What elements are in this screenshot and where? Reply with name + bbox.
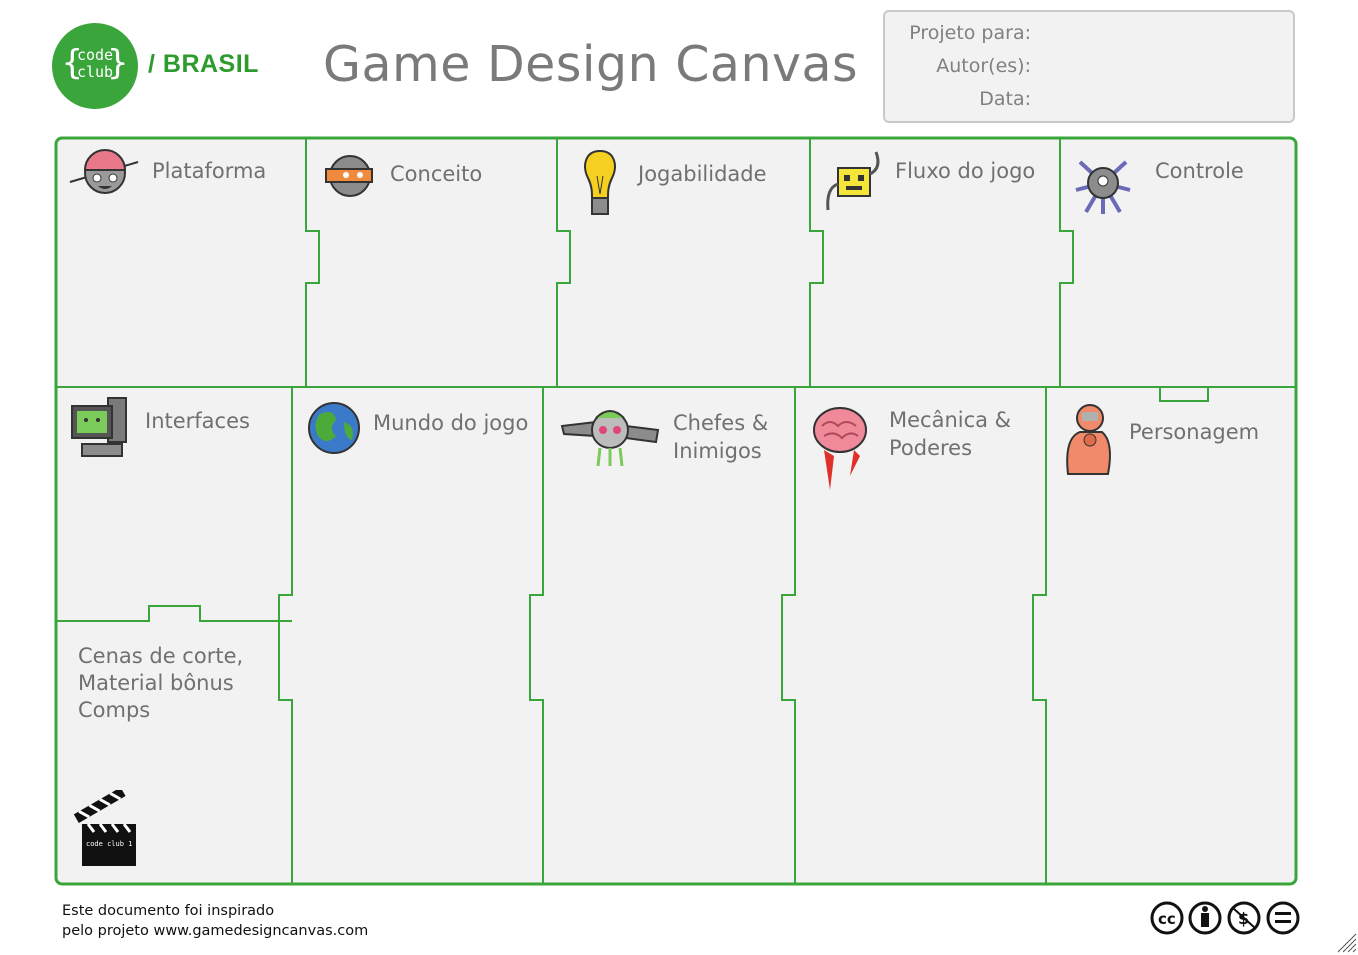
cell-controle-title: Controle xyxy=(1155,159,1244,183)
cell-cenas-line1: Cenas de corte, xyxy=(78,644,244,668)
cell-jogabilidade-title: Jogabilidade xyxy=(638,162,767,186)
cell-personagem-title: Personagem xyxy=(1129,420,1260,444)
cell-chefes-line1: Chefes & xyxy=(673,411,769,435)
spaceship-alien-icon xyxy=(560,410,660,467)
clapper-text: code club 1 xyxy=(86,840,132,848)
cell-plataforma-title: Plataforma xyxy=(152,159,267,183)
cell-chefes-line2: Inimigos xyxy=(673,439,762,463)
cell-interfaces-title: Interfaces xyxy=(145,409,250,433)
cell-cenas-title: Cenas de corte, Material bônus Comps xyxy=(78,643,243,724)
no-derivatives-icon xyxy=(1266,901,1300,935)
footer-prefix: pelo projeto xyxy=(62,923,154,939)
earth-globe-icon xyxy=(308,402,360,454)
clapperboard-icon: code club 1 xyxy=(74,790,136,866)
svg-text:cc: cc xyxy=(1158,910,1176,928)
footer-link[interactable]: www.gamedesigncanvas.com xyxy=(153,923,368,939)
footer-credit: Este documento foi inspirado pelo projet… xyxy=(62,901,368,941)
cell-mecanica-line2: Poderes xyxy=(889,436,973,460)
cell-cenas-line3: Comps xyxy=(78,698,151,722)
cell-conceito-title: Conceito xyxy=(390,162,483,186)
robot-head-icon xyxy=(69,149,139,194)
footer-line2: pelo projeto www.gamedesigncanvas.com xyxy=(62,921,368,941)
ninja-head-icon xyxy=(325,155,373,197)
octopus-icon xyxy=(1075,160,1131,214)
license-icons: cc $ xyxy=(1150,901,1300,935)
cell-cenas-line2: Material bônus xyxy=(78,671,234,695)
cell-fluxo-title: Fluxo do jogo xyxy=(895,159,1036,183)
corner-hatch-icon xyxy=(1337,933,1357,953)
lightbulb-icon xyxy=(584,149,616,215)
box-robot-icon xyxy=(826,151,880,211)
cell-chefes-title: Chefes & Inimigos xyxy=(673,409,768,465)
computer-icon xyxy=(71,397,127,457)
canvas-grid xyxy=(54,136,1298,886)
footer-line1: Este documento foi inspirado xyxy=(62,903,275,919)
cell-mecanica-line1: Mecânica & xyxy=(889,408,1012,432)
cell-mundo-title: Mundo do jogo xyxy=(373,411,529,435)
cell-mecanica-title: Mecânica & Poderes xyxy=(889,406,1011,462)
brain-rocket-icon xyxy=(813,407,867,490)
canvas-border xyxy=(54,136,1298,886)
monkey-character-icon xyxy=(1066,404,1111,475)
